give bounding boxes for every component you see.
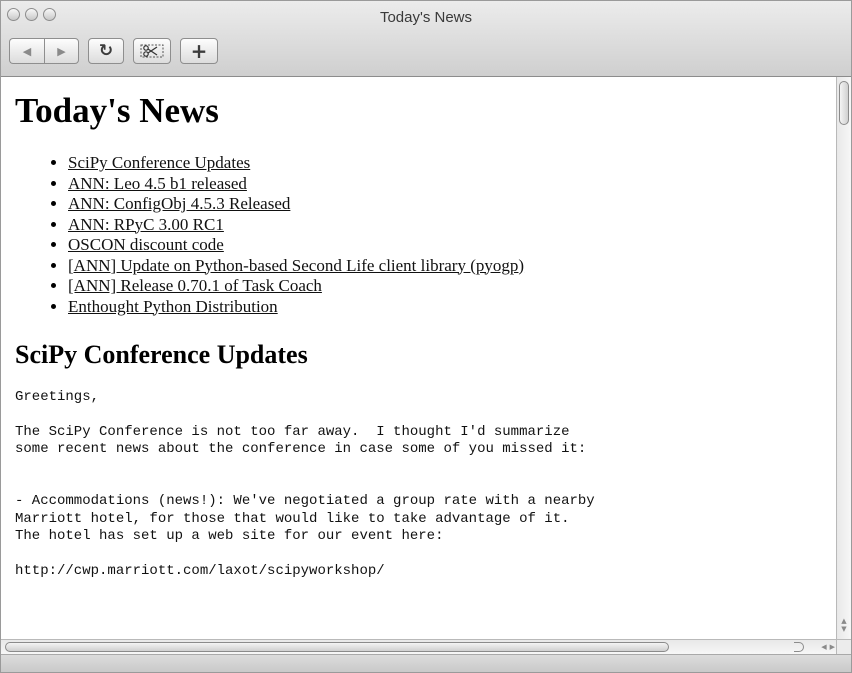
toolbar: ◀ ▶ ↻ + [9,38,218,64]
list-item: SciPy Conference Updates [68,153,837,174]
scroll-up-icon[interactable]: ▲ [841,617,846,625]
section-heading: SciPy Conference Updates [15,340,308,369]
horizontal-scroll-track-end [794,642,804,652]
browser-window: Today's News ◀ ▶ ↻ + Today's News • SciP… [0,0,852,673]
page-content: Today's News SciPy Conference Updates AN… [1,77,837,639]
status-bar [1,654,851,672]
plus-icon: + [190,39,208,63]
news-link[interactable]: SciPy Conference Updates [68,153,250,172]
scroll-right-icon[interactable]: ▶ [830,643,835,651]
news-link[interactable]: ANN: Leo 4.5 b1 released [68,174,247,193]
news-link[interactable]: Enthought Python Distribution [68,297,278,316]
news-link[interactable]: [ANN] Update on Python-based Second Life… [68,256,524,275]
scroll-down-icon[interactable]: ▼ [841,625,846,633]
news-list: SciPy Conference Updates ANN: Leo 4.5 b1… [1,153,837,317]
scroll-corner [836,639,851,654]
reload-icon: ↻ [98,41,114,61]
news-link[interactable]: ANN: RPyC 3.00 RC1 [68,215,224,234]
news-link[interactable]: ANN: ConfigObj 4.5.3 Released [68,194,290,213]
list-item: [ANN] Update on Python-based Second Life… [68,256,837,277]
back-button[interactable]: ◀ [9,38,44,64]
reload-button[interactable]: ↻ [88,38,124,64]
article-body: Greetings, The SciPy Conference is not t… [15,389,595,580]
back-forward-group: ◀ ▶ [9,38,79,64]
news-link[interactable]: OSCON discount code [68,235,224,254]
scroll-left-icon[interactable]: ◀ [821,643,826,651]
list-item: ANN: RPyC 3.00 RC1 [68,215,837,236]
list-item: Enthought Python Distribution [68,297,837,318]
window-title: Today's News [379,9,473,26]
vertical-scrollbar[interactable]: ▲ ▼ [836,77,851,639]
scissors-icon [140,44,164,58]
web-clip-button[interactable] [133,38,171,64]
back-arrow-icon: ◀ [22,44,32,58]
horizontal-scroll-arrows: ◀ ▶ [821,640,835,654]
page-title: Today's News [15,91,219,130]
horizontal-scrollbar[interactable]: ◀ ▶ [1,639,837,654]
list-item: ANN: Leo 4.5 b1 released [68,174,837,195]
list-item: [ANN] Release 0.70.1 of Task Coach [68,276,837,297]
vertical-scroll-thumb[interactable] [839,81,849,125]
add-bookmark-button[interactable]: + [180,38,218,64]
horizontal-scroll-thumb[interactable] [5,642,669,652]
forward-arrow-icon: ▶ [57,44,66,58]
title-bar: Today's News ◀ ▶ ↻ + [1,1,851,77]
forward-button[interactable]: ▶ [44,38,79,64]
list-item: OSCON discount code [68,235,837,256]
vertical-scroll-arrows: ▲ ▼ [837,611,851,639]
list-item: ANN: ConfigObj 4.5.3 Released [68,194,837,215]
news-link[interactable]: [ANN] Release 0.70.1 of Task Coach [68,276,322,295]
